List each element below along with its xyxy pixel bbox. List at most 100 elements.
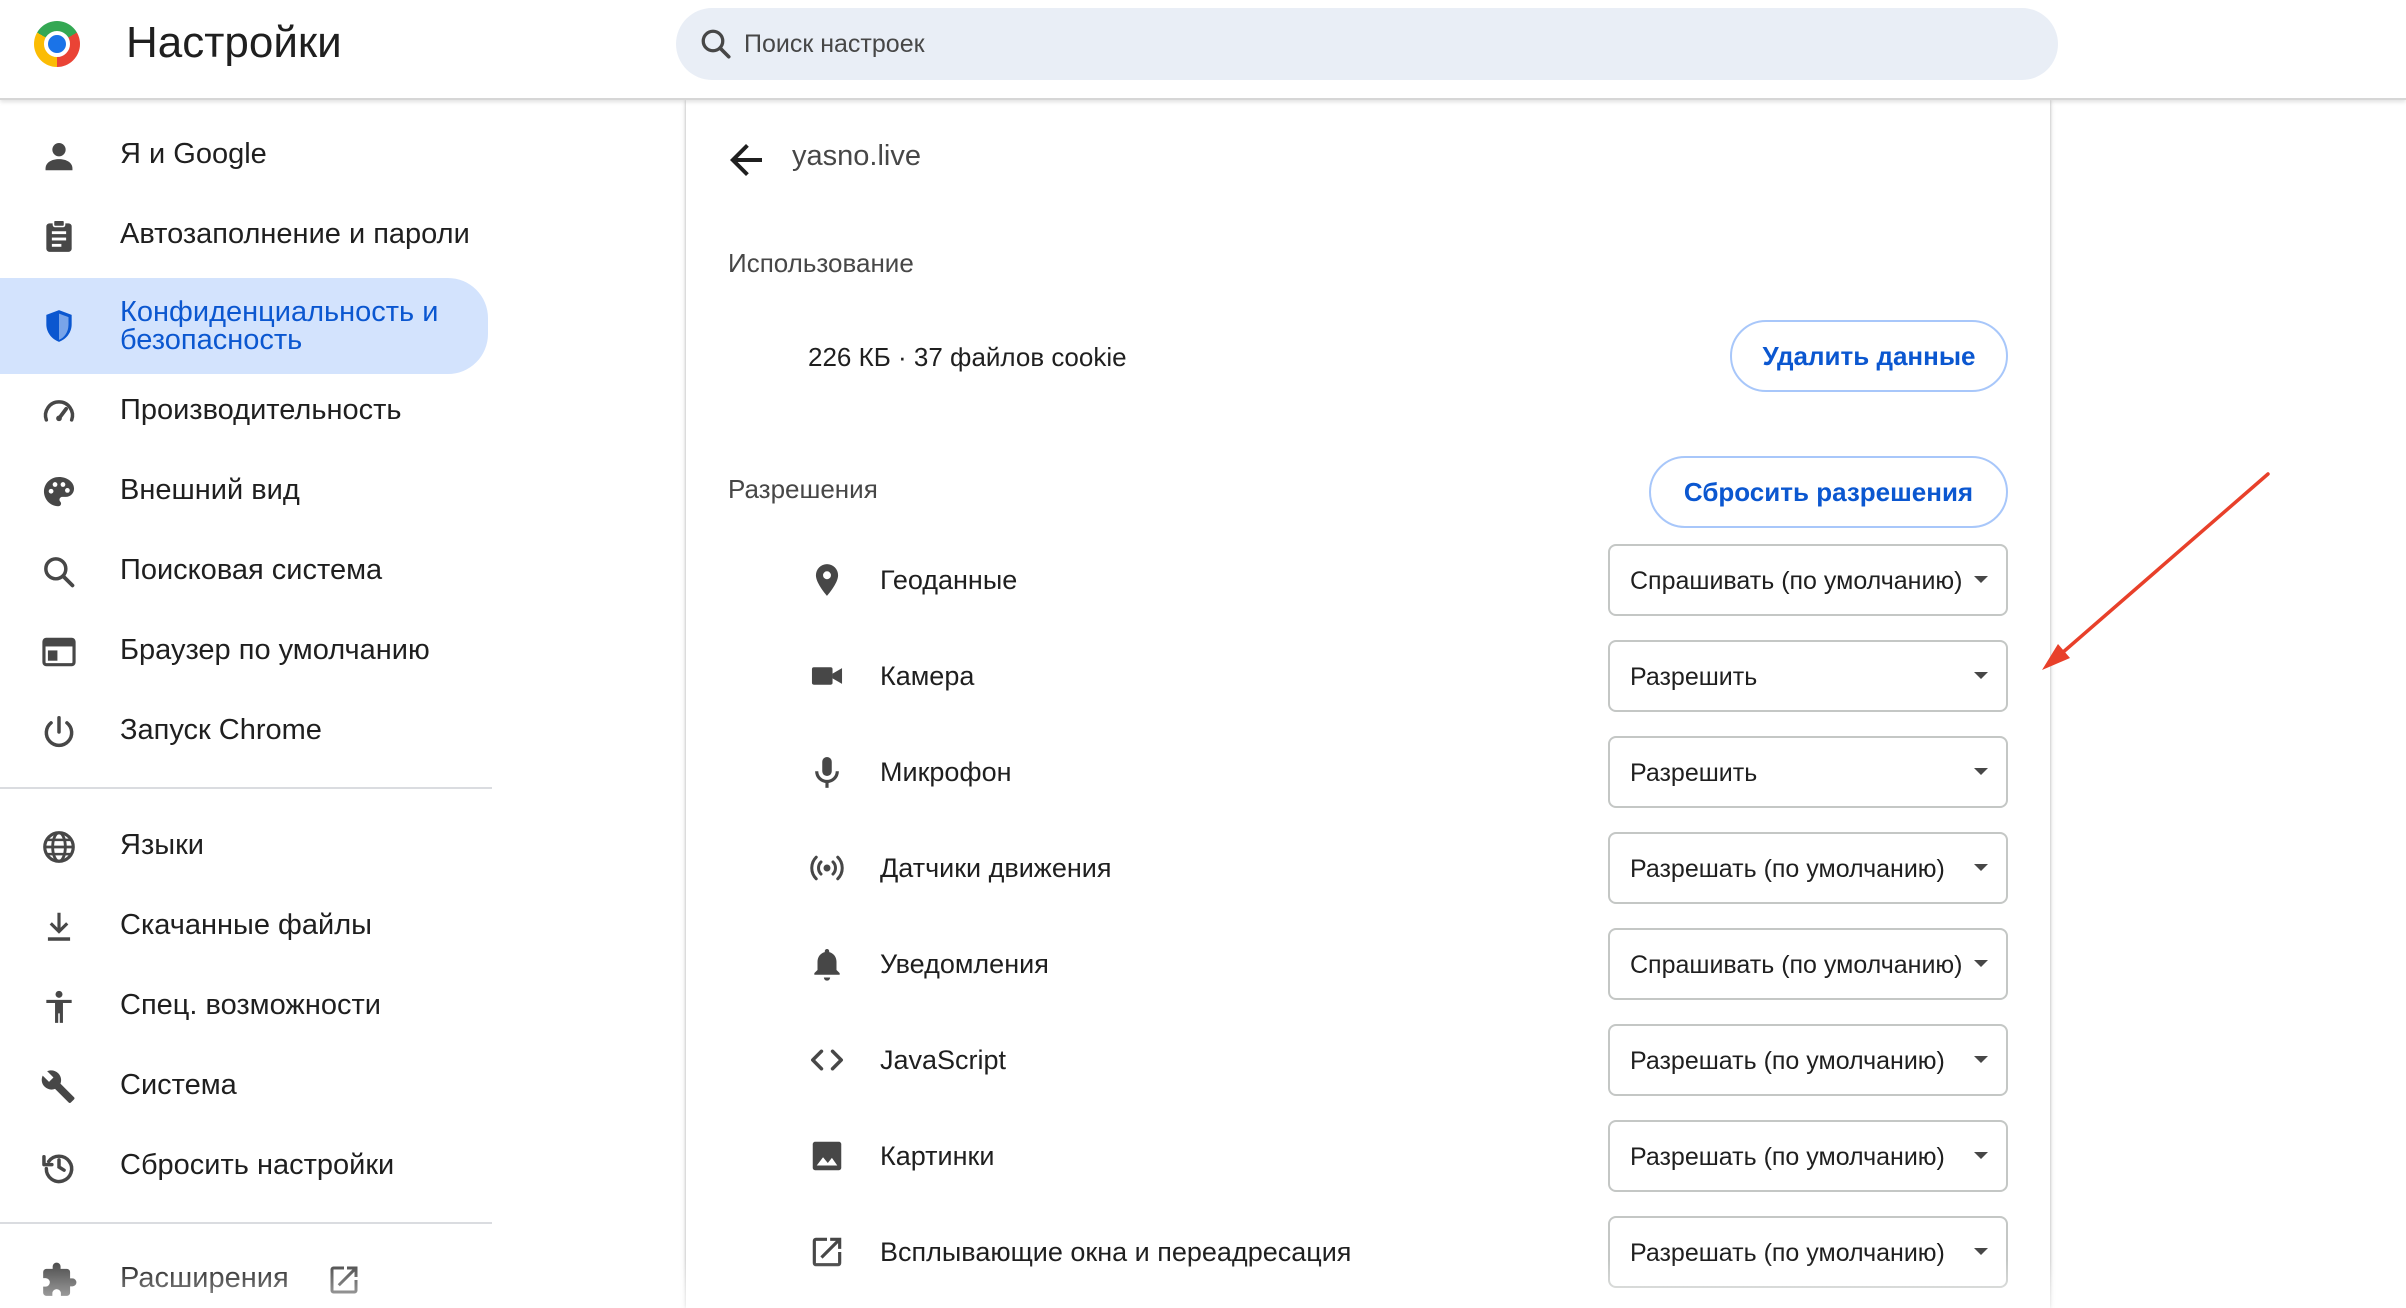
- image-icon: [812, 1141, 842, 1171]
- sidebar-item-label: Браузер по умолчанию: [120, 634, 430, 666]
- settings-header: Настройки Поиск настроек: [0, 0, 2406, 100]
- clipboard-icon: [46, 219, 72, 252]
- sidebar-item-label: Автозаполнение и пароли: [120, 218, 470, 250]
- sidebar-item-on-startup[interactable]: Запуск Chrome: [0, 692, 488, 772]
- download-icon: [47, 912, 71, 941]
- permission-row-motion-sensors: Датчики движения Разрешать (по умолчанию…: [686, 832, 2050, 904]
- permission-select-location[interactable]: Спрашивать (по умолчанию): [1608, 544, 2008, 616]
- code-icon: [811, 1049, 843, 1071]
- annotation-arrow: [2042, 472, 2270, 670]
- puzzle-icon: [43, 1262, 77, 1296]
- search-icon: [44, 557, 75, 588]
- sensors-icon: [810, 855, 844, 881]
- sidebar-item-appearance[interactable]: Внешний вид: [0, 452, 488, 532]
- permission-select-value: Разрешить: [1630, 759, 1758, 787]
- sidebar-item-accessibility[interactable]: Спец. возможности: [0, 967, 488, 1047]
- search-icon: [701, 29, 731, 59]
- permission-select-microphone[interactable]: Разрешить: [1608, 736, 2008, 808]
- location-pin-icon: [815, 564, 839, 596]
- reset-permissions-button[interactable]: Сбросить разрешения: [1649, 456, 2008, 528]
- permission-select-motion-sensors[interactable]: Разрешать (по умолчанию): [1608, 832, 2008, 904]
- sidebar-item-label: Я и Google: [120, 138, 267, 170]
- chevron-down-icon: [1974, 768, 1988, 775]
- site-details-card: yasno.live Использование 226 КБ · 37 фай…: [686, 100, 2050, 1308]
- video-camera-icon: [811, 667, 843, 685]
- permission-label: Микрофон: [880, 757, 1012, 787]
- sidebar-item-languages[interactable]: Языки: [0, 807, 488, 887]
- permission-select-value: Разрешать (по умолчанию): [1630, 1143, 1945, 1171]
- permission-row-notifications: Уведомления Спрашивать (по умолчанию): [686, 928, 2050, 1000]
- bell-icon: [814, 948, 840, 981]
- sidebar-divider: [0, 1222, 492, 1224]
- power-icon: [44, 716, 74, 748]
- sidebar-item-label: Конфиденциальность и безопасность: [120, 296, 439, 356]
- chevron-down-icon: [1974, 672, 1988, 679]
- sidebar-item-system[interactable]: Система: [0, 1047, 488, 1127]
- site-name: yasno.live: [792, 140, 921, 172]
- sidebar-item-extensions[interactable]: Расширения: [0, 1240, 488, 1308]
- permission-label: Геоданные: [880, 565, 1018, 595]
- sidebar-item-autofill[interactable]: Автозаполнение и пароли: [0, 196, 488, 276]
- permission-label: Уведомления: [880, 949, 1049, 979]
- microphone-icon: [815, 756, 839, 788]
- search-placeholder: Поиск настроек: [744, 30, 925, 58]
- open-in-new-icon: [330, 1266, 358, 1294]
- chevron-down-icon: [1974, 864, 1988, 871]
- permission-select-notifications[interactable]: Спрашивать (по умолчанию): [1608, 928, 2008, 1000]
- permission-select-camera[interactable]: Разрешить: [1608, 640, 2008, 712]
- usage-summary: 226 КБ · 37 файлов cookie: [808, 342, 1127, 372]
- permission-row-location: Геоданные Спрашивать (по умолчанию): [686, 544, 2050, 616]
- permission-select-value: Разрешать (по умолчанию): [1630, 1047, 1945, 1075]
- sidebar-item-label: Спец. возможности: [120, 989, 381, 1021]
- wrench-icon: [41, 1070, 75, 1103]
- sidebar-item-label: Система: [120, 1069, 237, 1101]
- sidebar-item-label: Сбросить настройки: [120, 1149, 395, 1181]
- permission-select-images[interactable]: Разрешать (по умолчанию): [1608, 1120, 2008, 1192]
- sidebar-item-you-and-google[interactable]: Я и Google: [0, 116, 488, 196]
- open-in-new-icon: [812, 1237, 842, 1267]
- permission-label: Датчики движения: [880, 853, 1112, 883]
- sidebar-item-label: Запуск Chrome: [120, 714, 322, 746]
- permission-row-javascript: JavaScript Разрешать (по умолчанию): [686, 1024, 2050, 1096]
- sidebar-item-privacy[interactable]: Конфиденциальность и безопасность: [0, 278, 488, 374]
- permission-label: Камера: [880, 661, 975, 691]
- permission-row-camera: Камера Разрешить: [686, 640, 2050, 712]
- sidebar-item-reset[interactable]: Сбросить настройки: [0, 1127, 488, 1207]
- permission-select-popups[interactable]: Разрешать (по умолчанию): [1608, 1216, 2008, 1288]
- permission-label: JavaScript: [880, 1045, 1007, 1075]
- chevron-down-icon: [1974, 576, 1988, 583]
- permission-select-javascript[interactable]: Разрешать (по умолчанию): [1608, 1024, 2008, 1096]
- history-icon: [42, 1154, 74, 1184]
- permission-row-images: Картинки Разрешать (по умолчанию): [686, 1120, 2050, 1192]
- back-arrow-icon[interactable]: [722, 136, 770, 184]
- permissions-section-title: Разрешения: [728, 474, 878, 504]
- chevron-down-icon: [1974, 1056, 1988, 1063]
- usage-section-title: Использование: [728, 248, 914, 278]
- sidebar-item-label: Скачанные файлы: [120, 909, 373, 941]
- sidebar-item-label: Производительность: [120, 394, 402, 426]
- person-icon: [45, 143, 73, 171]
- speedometer-icon: [43, 400, 75, 422]
- delete-data-button[interactable]: Удалить данные: [1730, 320, 2008, 392]
- sidebar-item-downloads[interactable]: Скачанные файлы: [0, 887, 488, 967]
- sidebar: Я и Google Автозаполнение и пароли Конфи…: [0, 102, 495, 1308]
- sidebar-item-label: Поисковая система: [120, 554, 383, 586]
- sidebar-divider: [0, 787, 492, 789]
- palette-icon: [43, 476, 75, 507]
- page-title: Настройки: [126, 18, 342, 67]
- shield-icon: [46, 310, 72, 342]
- accessibility-icon: [46, 990, 72, 1023]
- permission-label: Картинки: [880, 1141, 995, 1171]
- sidebar-item-label: Языки: [120, 829, 204, 861]
- permission-select-value: Разрешать (по умолчанию): [1630, 855, 1945, 883]
- sidebar-item-performance[interactable]: Производительность: [0, 372, 488, 452]
- sidebar-item-default-browser[interactable]: Браузер по умолчанию: [0, 612, 488, 692]
- search-settings-input[interactable]: Поиск настроек: [676, 8, 2058, 80]
- chevron-down-icon: [1974, 960, 1988, 967]
- permission-select-value: Спрашивать (по умолчанию): [1630, 567, 1963, 595]
- permission-select-value: Разрешить: [1630, 663, 1758, 691]
- browser-window-icon: [42, 637, 76, 667]
- sidebar-item-search-engine[interactable]: Поисковая система: [0, 532, 488, 612]
- permission-row-popups: Всплывающие окна и переадресация Разреша…: [686, 1216, 2050, 1288]
- globe-icon: [43, 831, 75, 863]
